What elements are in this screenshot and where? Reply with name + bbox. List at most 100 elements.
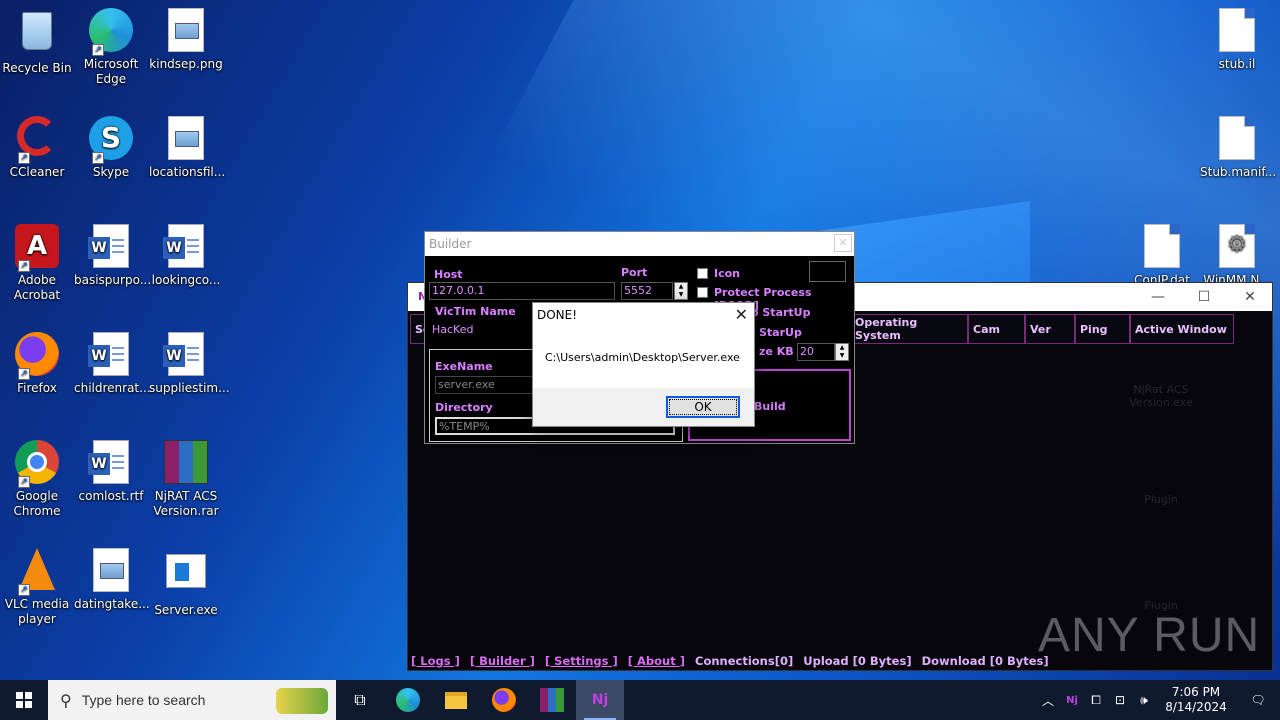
chrome-icon: ↗	[14, 440, 60, 488]
desktop-icon-basispurpo[interactable]: W basispurpo...	[74, 224, 151, 288]
desktop-icon-childrenrat[interactable]: W childrenrat...	[74, 332, 151, 396]
network-icon[interactable]: ⊡	[1108, 693, 1132, 707]
desktop-icon-njrat-rar[interactable]: NjRAT ACS Version.rar	[149, 440, 223, 519]
system-tray: ︿ Nj ⧠ ⊡ 🕪 7:06 PM 8/14/2024 🗨	[1036, 680, 1280, 720]
builder-titlebar[interactable]: Builder ✕	[425, 232, 854, 256]
clock[interactable]: 7:06 PM 8/14/2024	[1156, 685, 1236, 715]
acrobat-icon: A ↗	[14, 224, 60, 272]
host-input[interactable]: 127.0.0.1	[429, 282, 615, 300]
ccleaner-icon: ↗	[14, 116, 60, 164]
connections-count: Connections[0]	[695, 654, 794, 668]
blank-file-icon	[1139, 224, 1185, 270]
start-button[interactable]	[0, 680, 48, 720]
close-icon[interactable]: ✕	[1227, 283, 1273, 311]
close-icon[interactable]: ✕	[834, 234, 852, 252]
download-count: Download [0 Bytes]	[921, 654, 1049, 668]
anyrun-watermark: ANY RUN	[1038, 609, 1261, 662]
exename-input[interactable]: server.exe	[435, 376, 535, 394]
done-dialog[interactable]: DONE! ✕ C:\Users\admin\Desktop\Server.ex…	[532, 302, 755, 427]
desktop-icon-stub-manifest[interactable]: Stub.manif...	[1200, 116, 1276, 180]
desktop-icon-firefox[interactable]: ↗ Firefox	[0, 332, 74, 396]
settings-file-icon: ⚙	[1214, 224, 1260, 270]
status-bar: [ Logs ] [ Builder ] [ Settings ] [ Abou…	[411, 654, 1055, 668]
desktop-icon-locationsfil[interactable]: locationsfil...	[149, 116, 225, 180]
dialog-title: DONE!	[537, 308, 578, 322]
icon-preview[interactable]	[809, 261, 846, 282]
taskbar-winrar[interactable]	[528, 680, 576, 720]
recycle-bin-icon	[14, 12, 60, 58]
protect-process-checkbox[interactable]	[697, 287, 708, 298]
desktop-icon-server-exe[interactable]: Server.exe	[149, 548, 223, 618]
desktop-icon-adobe-acrobat[interactable]: A ↗ Adobe Acrobat	[0, 224, 74, 303]
logs-link[interactable]: [ Logs ]	[411, 654, 460, 668]
firefox-icon	[492, 688, 516, 712]
column-header-ver[interactable]: Ver	[1025, 314, 1075, 344]
volume-icon[interactable]: 🕪	[1132, 693, 1156, 708]
taskbar-file-explorer[interactable]	[432, 680, 480, 720]
firefox-icon: ↗	[14, 332, 60, 380]
column-header-cam[interactable]: Cam	[968, 314, 1025, 344]
port-input[interactable]: 5552	[621, 282, 673, 300]
minimize-icon[interactable]: —	[1135, 283, 1181, 311]
column-header-os[interactable]: Operating System	[850, 314, 968, 344]
settings-link[interactable]: [ Settings ]	[545, 654, 618, 668]
notification-icon[interactable]: 🗨	[1236, 693, 1280, 707]
close-icon[interactable]: ✕	[735, 305, 748, 324]
desktop-icon-vlc[interactable]: ↗ VLC media player	[0, 548, 74, 627]
desktop-icon-winmm[interactable]: ⚙ WinMM.N...	[1200, 224, 1274, 288]
ok-button[interactable]: OK	[666, 396, 740, 418]
image-file-icon	[163, 8, 209, 54]
desktop-icon-kindsep[interactable]: kindsep.png	[149, 8, 223, 72]
column-header-active-window[interactable]: Active Window	[1130, 314, 1234, 344]
upload-count: Upload [0 Bytes]	[803, 654, 912, 668]
size-stepper[interactable]: ▲ ▼	[835, 343, 849, 361]
winrar-icon	[540, 688, 564, 712]
port-stepper[interactable]: ▲ ▼	[674, 282, 688, 300]
task-view-icon: ⧉	[354, 690, 366, 709]
exe-file-icon	[163, 554, 209, 600]
search-highlight-icon	[276, 688, 328, 714]
task-view-button[interactable]: ⧉	[336, 680, 384, 720]
builder-title: Builder	[429, 237, 472, 251]
icon-checkbox[interactable]	[697, 268, 708, 279]
winrar-archive-icon	[163, 440, 209, 486]
directory-label: Directory	[435, 401, 493, 414]
edge-icon: ↗	[88, 8, 134, 56]
about-link[interactable]: [ About ]	[628, 654, 685, 668]
dialog-footer: OK	[533, 388, 754, 426]
desktop-icon-edge[interactable]: ↗ Microsoft Edge	[74, 8, 148, 87]
desktop-icon-ccleaner[interactable]: ↗ CCleaner	[0, 116, 74, 180]
taskbar-firefox[interactable]	[480, 680, 528, 720]
taskbar: ⚲ Type here to search ⧉ Nj ︿ Nj ⧠ ⊡ 🕪 7:…	[0, 680, 1280, 720]
desktop-icon-skype[interactable]: S ↗ Skype	[74, 116, 148, 180]
desktop-icon-recycle-bin[interactable]: Recycle Bin	[0, 8, 74, 76]
desktop-icon-stub-il[interactable]: stub.il	[1200, 8, 1274, 72]
meet-now-icon[interactable]: ⧠	[1084, 693, 1108, 708]
taskbar-edge[interactable]	[384, 680, 432, 720]
taskbar-njrat[interactable]: Nj	[576, 680, 624, 720]
maximize-icon[interactable]: ☐	[1181, 283, 1227, 311]
column-header-ping[interactable]: Ping	[1075, 314, 1130, 344]
exename-label: ExeName	[435, 360, 493, 373]
starup-label: StarUp	[759, 326, 802, 339]
desktop-icon-chrome[interactable]: ↗ Google Chrome	[0, 440, 74, 519]
desktop-icon-comlost[interactable]: W comlost.rtf	[74, 440, 148, 504]
folder-icon	[445, 691, 467, 709]
njrat-icon: Nj	[591, 692, 609, 708]
clock-date: 8/14/2024	[1165, 700, 1227, 714]
desktop-icon-conip[interactable]: ConIP.dat	[1125, 224, 1199, 288]
desktop-icon-suppliestim[interactable]: W suppliestim...	[149, 332, 230, 396]
victim-name-input[interactable]: HacKed	[429, 321, 535, 339]
icon-label: Icon	[714, 267, 741, 280]
blank-file-icon	[1214, 8, 1260, 54]
size-kb-input[interactable]: 20	[797, 343, 835, 361]
victim-name-label: VicTim Name	[435, 305, 516, 318]
desktop-icon-lookingco[interactable]: W lookingco...	[149, 224, 223, 288]
vlc-icon: ↗	[14, 548, 60, 596]
taskbar-search[interactable]: ⚲ Type here to search	[48, 680, 336, 720]
builder-link[interactable]: [ Builder ]	[470, 654, 535, 668]
desktop-icon-datingtake[interactable]: datingtake...	[74, 548, 150, 612]
njrat-tray-icon[interactable]: Nj	[1060, 695, 1084, 706]
clock-time: 7:06 PM	[1171, 685, 1221, 699]
chevron-up-icon[interactable]: ︿	[1036, 692, 1060, 709]
